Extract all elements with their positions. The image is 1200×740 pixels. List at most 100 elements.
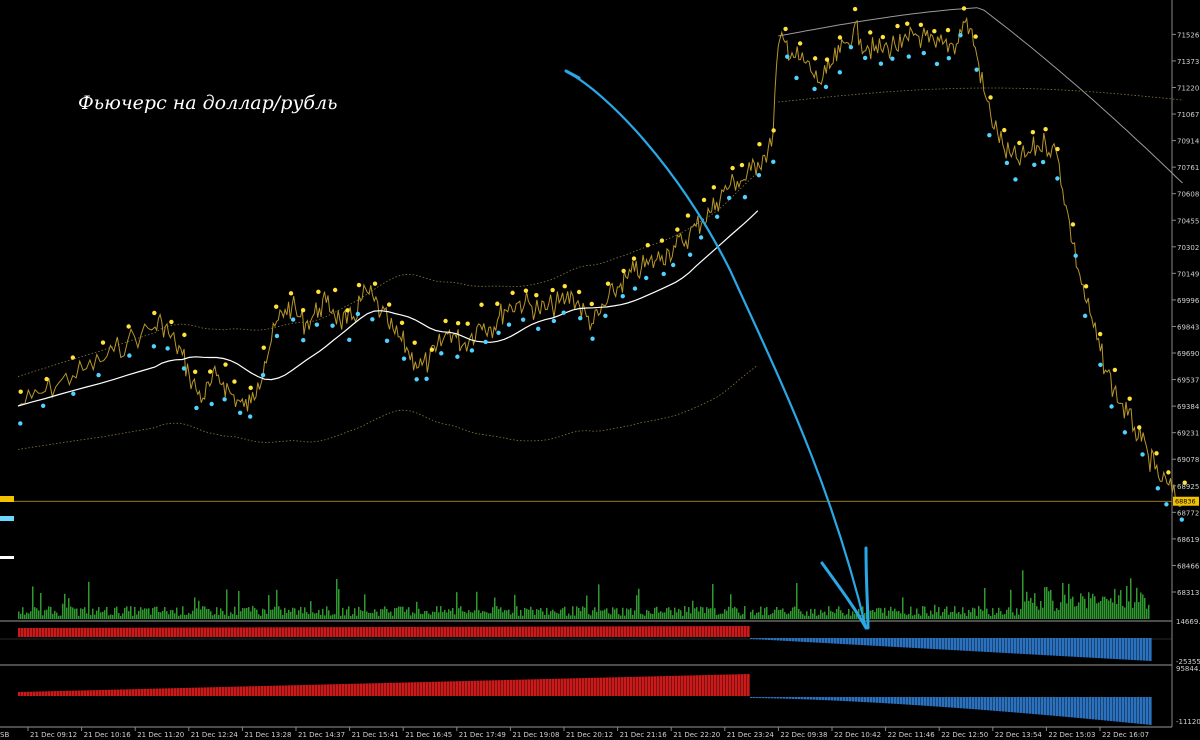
volume-bar xyxy=(504,610,506,619)
indicator2-bar xyxy=(609,677,612,696)
volume-bar xyxy=(398,606,400,619)
indicator1-bar xyxy=(219,627,222,637)
indicator2-bar xyxy=(741,674,744,696)
indicator2-bar xyxy=(654,676,657,696)
price-tick-label: 68466 xyxy=(1177,562,1200,570)
indicator1-bar xyxy=(339,627,342,637)
volume-bar xyxy=(938,607,940,619)
volume-bar xyxy=(108,615,110,619)
buy-signal-marker xyxy=(848,44,854,50)
indicator2-bar xyxy=(744,674,747,696)
volume-bar xyxy=(1028,600,1030,619)
price-tick-label: 70455 xyxy=(1177,217,1199,225)
indicator1-bar xyxy=(924,638,927,649)
indicator2-bar xyxy=(72,690,75,696)
indicator2-bar xyxy=(933,697,936,707)
buy-signal-marker xyxy=(414,377,419,382)
volume-bar xyxy=(318,609,320,619)
volume-bar xyxy=(112,614,114,619)
volume-bar xyxy=(156,606,158,619)
volume-bar xyxy=(916,608,918,619)
indicator-pane-1 xyxy=(18,626,1152,661)
indicator1-bar xyxy=(780,638,783,641)
volume-bar xyxy=(316,613,318,619)
sell-signal-marker xyxy=(429,347,435,352)
indicator1-bar xyxy=(477,626,480,637)
volume-bar xyxy=(356,615,358,619)
volume-bar xyxy=(696,607,698,619)
volume-bar xyxy=(1032,602,1034,619)
indicator1-bar xyxy=(132,627,135,637)
volume-bar xyxy=(162,610,164,619)
sell-signal-marker xyxy=(605,281,611,286)
indicator1-bar xyxy=(273,627,276,637)
buy-signal-marker xyxy=(644,275,649,281)
indicator1-bar xyxy=(747,626,750,637)
volume-bar xyxy=(228,615,230,619)
indicator1-bar xyxy=(711,626,714,637)
indicator2-bar xyxy=(966,697,969,709)
volume-bar xyxy=(216,607,218,619)
volume-bar xyxy=(280,609,282,619)
indicator2-bar xyxy=(885,697,888,704)
buy-signal-marker xyxy=(632,286,638,291)
indicator2-bar xyxy=(246,686,249,696)
indicator2-bar xyxy=(303,684,306,696)
indicator1-bar xyxy=(1056,638,1059,656)
indicator1-bar xyxy=(774,638,777,641)
indicator2-bar xyxy=(360,683,363,696)
indicator2-bar xyxy=(441,681,444,696)
volume-bar xyxy=(502,612,504,619)
volume-bar xyxy=(976,615,978,619)
volume-bar xyxy=(118,613,120,619)
indicator1-bar xyxy=(1080,638,1083,658)
indicator2-bar xyxy=(108,689,111,696)
volume-bar xyxy=(668,607,670,619)
indicator1-bar xyxy=(375,627,378,637)
indicator2-bar xyxy=(861,697,864,702)
volume-bar xyxy=(944,608,946,619)
volume-bar xyxy=(540,608,542,619)
indicator1-bar xyxy=(723,626,726,637)
indicator2-bar xyxy=(552,678,555,696)
indicator1-bar xyxy=(159,627,162,637)
indicator1-bar xyxy=(489,626,492,637)
indicator2-bar xyxy=(489,680,492,696)
indicator1-bar xyxy=(129,627,132,637)
indicator1-bar xyxy=(636,626,639,637)
indicator1-bar xyxy=(87,627,90,637)
indicator2-bar xyxy=(765,697,768,699)
indicator1-bar xyxy=(738,626,741,637)
volume-bar xyxy=(786,614,788,619)
price-tick-label: 68925 xyxy=(1177,483,1199,491)
indicator1-bar xyxy=(309,627,312,637)
volume-bar xyxy=(136,614,138,619)
volume-bar xyxy=(66,607,68,619)
volume-bar xyxy=(728,606,730,619)
buy-signal-marker xyxy=(18,421,23,426)
indicator1-bar xyxy=(966,638,969,651)
volume-bar xyxy=(332,614,334,619)
volume-bar xyxy=(496,606,498,619)
indicator1-bar xyxy=(810,638,813,643)
indicator2-bar xyxy=(408,682,411,696)
volume-bar xyxy=(310,601,312,619)
volume-bar xyxy=(292,607,294,619)
indicator2-bar xyxy=(903,697,906,705)
volume-bar xyxy=(1062,582,1064,619)
indicator2-bar xyxy=(801,697,804,700)
volume-bar xyxy=(800,611,802,619)
buy-signal-marker xyxy=(742,194,748,200)
volume-bar xyxy=(664,612,666,619)
indicator1-bar xyxy=(198,627,201,637)
sell-signal-marker xyxy=(868,30,873,35)
volume-bar xyxy=(882,612,884,619)
volume-bar xyxy=(824,611,826,619)
indicator1-bar xyxy=(522,626,525,637)
indicator2-bar xyxy=(120,689,123,696)
volume-bar xyxy=(750,611,752,619)
volume-bar xyxy=(1122,605,1124,619)
indicator2-bar xyxy=(1119,697,1122,722)
volume-bar xyxy=(322,608,324,619)
volume-bar xyxy=(94,614,96,619)
